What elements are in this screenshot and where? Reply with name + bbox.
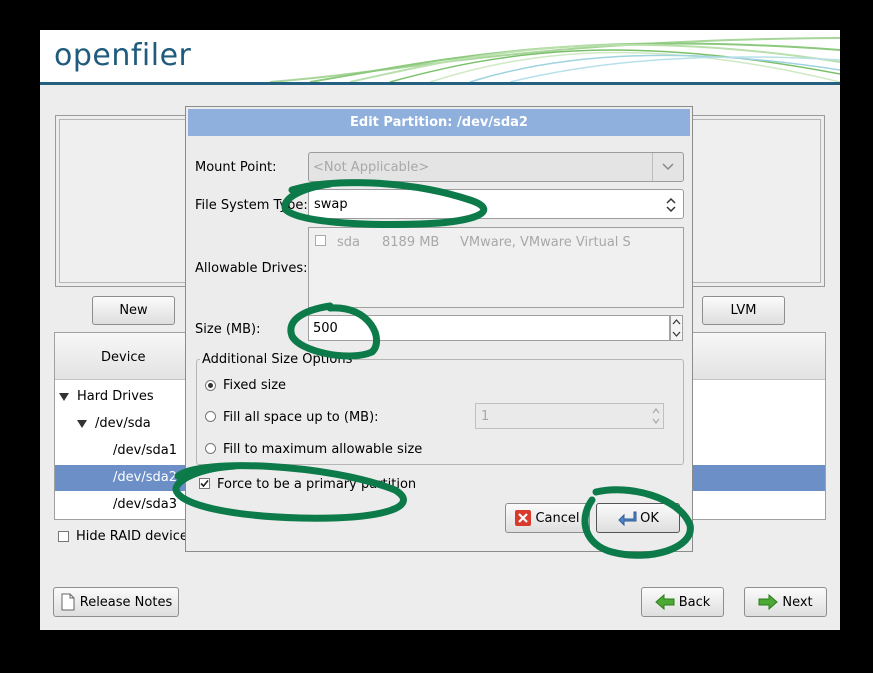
lvm-button[interactable]: LVM bbox=[702, 296, 785, 325]
banner-swoosh-graphic bbox=[270, 37, 840, 83]
drive-size: 8189 MB bbox=[382, 235, 440, 250]
allowable-drives-list[interactable]: sda 8189 MB VMware, VMware Virtual S bbox=[308, 227, 684, 308]
cancel-label: Cancel bbox=[535, 510, 580, 526]
drive-sda-checkbox[interactable] bbox=[315, 235, 326, 246]
tree-row-label: /dev/sda2 bbox=[113, 470, 177, 485]
back-arrow-icon bbox=[654, 594, 675, 610]
fill-up-to-value: 1 bbox=[481, 409, 490, 424]
tree-row-label: /dev/sda bbox=[95, 416, 151, 431]
additional-size-title: Additional Size Options bbox=[200, 352, 355, 367]
tree-row-label: Hard Drives bbox=[77, 389, 154, 404]
edit-partition-dialog: Edit Partition: /dev/sda2 Mount Point: <… bbox=[185, 106, 693, 552]
size-spin-buttons[interactable] bbox=[670, 315, 683, 341]
device-column-label: Device bbox=[101, 350, 146, 365]
fixed-size-label: Fixed size bbox=[223, 378, 287, 393]
release-notes-button[interactable]: Release Notes bbox=[53, 587, 179, 617]
cancel-x-icon bbox=[515, 510, 532, 526]
mount-point-combo[interactable]: <Not Applicable> bbox=[308, 152, 684, 182]
drive-model: VMware, VMware Virtual S bbox=[460, 235, 631, 250]
mount-point-value: <Not Applicable> bbox=[313, 160, 430, 175]
ok-label: OK bbox=[640, 510, 659, 526]
tree-row-label: /dev/sda1 bbox=[113, 443, 177, 458]
size-spin-input[interactable]: 500 bbox=[308, 315, 670, 341]
fill-up-to-label: Fill all space up to (MB): bbox=[223, 410, 379, 425]
banner-divider bbox=[40, 82, 840, 85]
new-button[interactable]: New bbox=[92, 296, 175, 325]
fs-type-combo[interactable]: swap bbox=[308, 189, 684, 219]
mount-point-label: Mount Point: bbox=[195, 160, 277, 175]
document-icon bbox=[61, 593, 75, 611]
mount-point-dropdown[interactable] bbox=[652, 153, 683, 181]
fs-type-value: swap bbox=[314, 197, 348, 212]
next-label: Next bbox=[782, 594, 813, 610]
expander-down-icon[interactable] bbox=[59, 393, 69, 401]
fill-up-to-input[interactable]: 1 bbox=[475, 403, 664, 429]
fixed-size-radio[interactable] bbox=[205, 380, 216, 391]
dialog-title: Edit Partition: /dev/sda2 bbox=[188, 109, 690, 136]
fs-type-label: File System Type: bbox=[195, 198, 308, 213]
hide-raid-checkbox[interactable] bbox=[58, 531, 69, 542]
checkmark-icon bbox=[200, 479, 209, 488]
next-arrow-icon bbox=[758, 594, 779, 610]
cancel-button[interactable]: Cancel bbox=[505, 503, 590, 533]
allowable-drives-label: Allowable Drives: bbox=[195, 261, 308, 276]
chevron-down-icon bbox=[662, 163, 674, 171]
force-primary-checkbox[interactable] bbox=[199, 478, 210, 489]
hide-raid-label: Hide RAID device/ bbox=[76, 529, 193, 544]
ok-button[interactable]: OK bbox=[596, 503, 680, 533]
force-primary-label: Force to be a primary partition bbox=[217, 477, 417, 492]
new-button-label: New bbox=[119, 303, 148, 318]
back-button[interactable]: Back bbox=[641, 587, 724, 617]
lvm-button-label: LVM bbox=[730, 303, 757, 318]
spin-arrows-icon bbox=[672, 319, 681, 337]
fill-up-to-radio[interactable] bbox=[205, 411, 216, 422]
openfiler-logo: openfiler bbox=[54, 38, 192, 73]
fill-max-radio[interactable] bbox=[205, 443, 216, 454]
header-banner: openfiler bbox=[40, 30, 840, 85]
next-button[interactable]: Next bbox=[744, 587, 827, 617]
updown-chevron-icon bbox=[666, 197, 676, 213]
back-label: Back bbox=[678, 594, 711, 610]
fill-max-label: Fill to maximum allowable size bbox=[223, 442, 423, 457]
expander-down-icon[interactable] bbox=[77, 420, 87, 428]
drive-name: sda bbox=[337, 235, 360, 250]
size-value: 500 bbox=[313, 321, 338, 336]
enter-arrow-icon bbox=[618, 511, 637, 526]
size-label: Size (MB): bbox=[195, 322, 261, 337]
release-notes-label: Release Notes bbox=[79, 594, 173, 610]
spin-arrows-icon[interactable] bbox=[651, 405, 661, 427]
tree-row-label: /dev/sda3 bbox=[113, 497, 177, 512]
